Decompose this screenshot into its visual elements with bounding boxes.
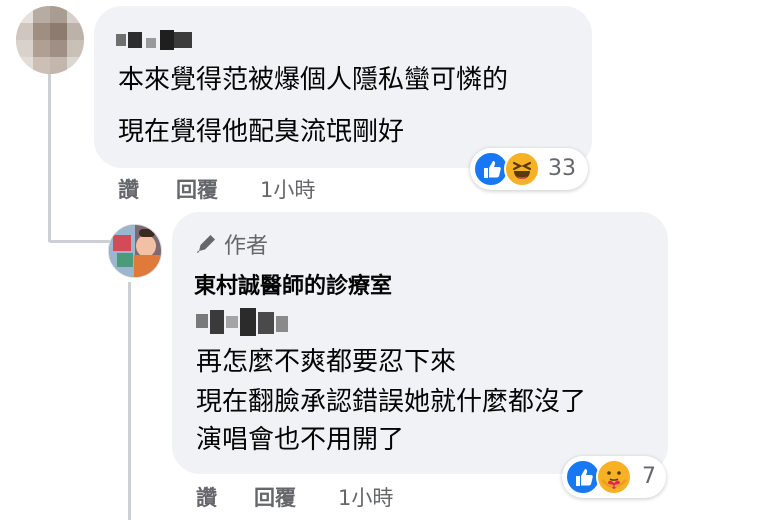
avatar[interactable]	[16, 6, 84, 74]
reply-timestamp[interactable]: 1小時	[338, 482, 393, 512]
page-avatar[interactable]	[108, 224, 162, 278]
reaction-count: 33	[548, 156, 576, 181]
reply-line-1: 再怎麼不爽都要忍下來	[196, 347, 457, 377]
like-button[interactable]: 讚	[118, 174, 139, 204]
reply-reaction-summary[interactable]: 7	[562, 456, 666, 498]
reply-reaction-count: 7	[642, 464, 656, 489]
reply-line-2: 現在翻臉承認錯誤她就什麼都沒了	[196, 387, 587, 417]
comment-timestamp[interactable]: 1小時	[260, 174, 315, 204]
tagged-name[interactable]	[196, 306, 292, 342]
care-icon	[596, 459, 632, 495]
reply-reply-button[interactable]: 回覆	[254, 482, 296, 512]
reply-line-3: 演唱會也不用開了	[196, 425, 405, 455]
reply-like-button[interactable]: 讚	[196, 482, 217, 512]
pen-icon	[194, 230, 220, 256]
thread-line-horizontal	[48, 240, 110, 243]
author-badge-label: 作者	[224, 234, 269, 259]
reply-button[interactable]: 回覆	[176, 174, 218, 204]
reply-thread-line	[128, 282, 131, 520]
reaction-summary[interactable]: 33	[470, 148, 588, 190]
page-name[interactable]: 東村誠醫師的診療室	[194, 268, 392, 300]
comment-line-1: 本來覺得范被爆個人隱私蠻可憐的	[118, 65, 509, 95]
comment-author-name[interactable]	[116, 28, 196, 52]
thread-line-vertical	[48, 64, 51, 242]
comment-line-2: 現在覺得他配臭流氓剛好	[118, 117, 405, 147]
laugh-icon	[504, 151, 540, 187]
